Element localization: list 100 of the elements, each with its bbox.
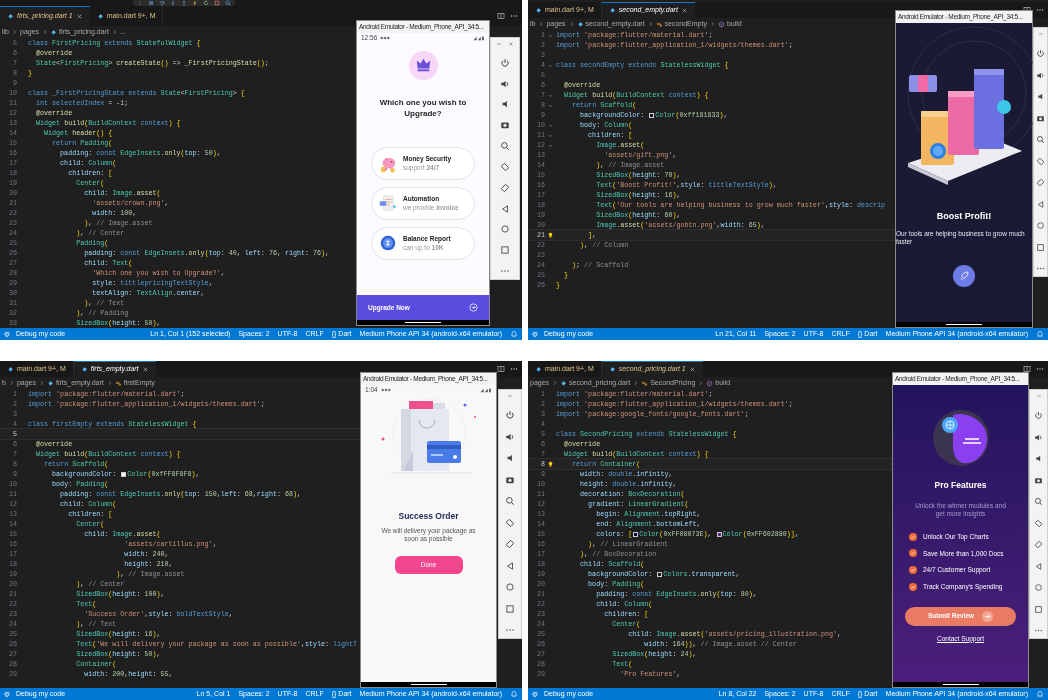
volume-down-icon[interactable]: [1036, 92, 1045, 102]
step-into-icon[interactable]: [170, 0, 176, 6]
rotate-right-icon[interactable]: [1034, 540, 1043, 550]
coin-icon: [997, 100, 1011, 114]
go-button[interactable]: [953, 264, 975, 287]
more-icon[interactable]: [510, 365, 518, 373]
zoom-icon[interactable]: [1034, 497, 1043, 507]
method-icon: [717, 20, 725, 28]
bell-icon[interactable]: [1036, 330, 1044, 338]
step-over-icon[interactable]: [159, 0, 165, 6]
screen-title: Boost Profit!: [935, 210, 993, 223]
check-icon: [909, 566, 917, 575]
rotate-left-icon[interactable]: [1036, 156, 1045, 166]
method-icon: [706, 379, 714, 387]
file-icon: [80, 366, 88, 373]
check-icon: [909, 532, 917, 541]
file-icon: [50, 28, 58, 36]
lightbulb-icon[interactable]: [546, 460, 554, 468]
debug-icon[interactable]: [531, 330, 539, 338]
document-icon: [378, 193, 398, 214]
split-editor-icon[interactable]: [497, 12, 505, 20]
screen-title: Pro Features: [933, 479, 988, 492]
close-icon[interactable]: [680, 7, 688, 14]
rotate-left-icon[interactable]: [500, 161, 510, 172]
power-icon[interactable]: [500, 57, 510, 68]
home-icon[interactable]: [1036, 221, 1045, 231]
close-icon[interactable]: [141, 366, 149, 373]
file-icon: [96, 12, 104, 20]
rotate-right-icon[interactable]: [505, 539, 515, 550]
restart-icon[interactable]: [203, 0, 209, 6]
back-icon[interactable]: [500, 203, 510, 214]
overview-icon[interactable]: [1036, 242, 1045, 252]
close-icon[interactable]: [75, 13, 83, 20]
rotate-right-icon[interactable]: [500, 182, 510, 193]
screen-title: Success Order: [397, 510, 460, 523]
stop-icon[interactable]: [214, 0, 220, 6]
split-editor-icon[interactable]: [497, 365, 505, 373]
camera-icon[interactable]: [1036, 113, 1045, 123]
split-editor-icon[interactable]: [1023, 365, 1031, 373]
file-icon: [7, 13, 14, 20]
arrow-circle-icon: [982, 610, 994, 622]
check-icon: [909, 582, 917, 591]
overview-icon[interactable]: [505, 603, 515, 614]
close-icon[interactable]: [688, 366, 696, 373]
volume-up-icon[interactable]: [1034, 432, 1043, 442]
power-icon[interactable]: [1036, 49, 1045, 59]
signal-battery-icon: [473, 35, 485, 41]
lightbulb-icon[interactable]: [546, 231, 554, 239]
file-icon: [47, 379, 54, 387]
bell-icon[interactable]: [1036, 690, 1044, 698]
volume-up-icon[interactable]: [500, 78, 510, 89]
file-icon: [535, 6, 542, 14]
more-icon[interactable]: [1036, 6, 1044, 14]
more-icon[interactable]: [1036, 365, 1044, 373]
rotate-right-icon[interactable]: [1036, 178, 1045, 188]
volume-up-icon[interactable]: [505, 431, 515, 442]
back-icon[interactable]: [505, 560, 515, 571]
debug-icon[interactable]: [531, 690, 539, 698]
chevron-icon: [42, 29, 48, 35]
chevron-icon: [568, 21, 574, 27]
volume-down-icon[interactable]: [500, 99, 510, 110]
home-indicator: [942, 684, 979, 685]
chevron-icon: [633, 380, 639, 386]
notification-icon: [379, 36, 392, 40]
camera-icon[interactable]: [1034, 475, 1043, 485]
volume-down-icon[interactable]: [1034, 454, 1043, 464]
volume-up-icon[interactable]: [1036, 70, 1045, 80]
volume-down-icon[interactable]: [505, 453, 515, 464]
file-icon: [608, 366, 616, 373]
overview-icon[interactable]: [500, 245, 510, 256]
back-icon[interactable]: [1034, 561, 1043, 571]
camera-icon[interactable]: [500, 120, 510, 131]
zoom-icon[interactable]: [1036, 135, 1045, 145]
zoom-icon[interactable]: [500, 141, 510, 152]
back-icon[interactable]: [1036, 199, 1045, 209]
chevron-icon: [647, 21, 653, 27]
debug-icon[interactable]: [3, 330, 11, 338]
rotate-left-icon[interactable]: [1034, 518, 1043, 528]
file-icon: [608, 7, 616, 14]
card-icon: [909, 75, 937, 92]
power-icon[interactable]: [1034, 411, 1043, 421]
more-icon[interactable]: [510, 12, 518, 20]
bell-icon[interactable]: [510, 330, 518, 338]
notification-icon: [379, 388, 392, 392]
home-icon[interactable]: [1034, 583, 1043, 593]
check-icon: [909, 549, 917, 558]
devtools-icon[interactable]: [225, 0, 231, 6]
class-icon: [655, 20, 663, 28]
power-icon[interactable]: [505, 410, 515, 421]
bell-icon[interactable]: [510, 690, 518, 698]
debug-icon[interactable]: [3, 690, 11, 698]
rocket-icon: [958, 270, 970, 281]
overview-icon[interactable]: [1034, 604, 1043, 614]
signal-battery-icon: [480, 387, 492, 393]
home-icon[interactable]: [505, 582, 515, 593]
class-icon: [114, 379, 122, 387]
step-out-icon[interactable]: [181, 0, 187, 6]
home-icon[interactable]: [500, 224, 510, 235]
rotate-left-icon[interactable]: [505, 517, 515, 528]
zoom-icon[interactable]: [505, 496, 515, 507]
